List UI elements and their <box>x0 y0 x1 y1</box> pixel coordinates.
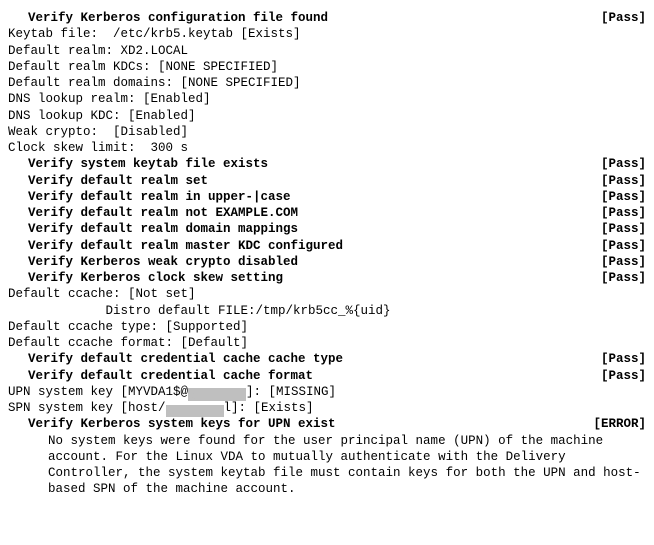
check-label: Verify default realm master KDC configur… <box>8 238 591 254</box>
info-clock-skew: Clock skew limit: 300 s <box>8 140 646 156</box>
check-label: Verify Kerberos system keys for UPN exis… <box>8 416 583 432</box>
check-label: Verify default realm in upper-|case <box>8 189 591 205</box>
check-weak-crypto: Verify Kerberos weak crypto disabled [Pa… <box>8 254 646 270</box>
info-default-ccache-type: Default ccache type: [Supported] <box>8 319 646 335</box>
redacted-text: x <box>166 405 224 418</box>
check-keytab-exists: Verify system keytab file exists [Pass] <box>8 156 646 172</box>
check-status: [ERROR] <box>593 416 646 432</box>
check-status: [Pass] <box>601 156 646 172</box>
check-label: Verify Kerberos weak crypto disabled <box>8 254 591 270</box>
check-label: Verify default credential cache format <box>8 368 591 384</box>
check-status: [Pass] <box>601 189 646 205</box>
check-label: Verify Kerberos clock skew setting <box>8 270 591 286</box>
check-label: Verify system keytab file exists <box>8 156 591 172</box>
redacted-text: x <box>188 388 246 401</box>
info-distro-default: Distro default FILE:/tmp/krb5cc_%{uid} <box>8 303 646 319</box>
check-realm-not-example: Verify default realm not EXAMPLE.COM [Pa… <box>8 205 646 221</box>
info-default-ccache-format: Default ccache format: [Default] <box>8 335 646 351</box>
info-dns-lookup-realm: DNS lookup realm: [Enabled] <box>8 91 646 107</box>
check-krb-conf: Verify Kerberos configuration file found… <box>8 10 646 26</box>
check-realm-set: Verify default realm set [Pass] <box>8 173 646 189</box>
info-keytab-file: Keytab file: /etc/krb5.keytab [Exists] <box>8 26 646 42</box>
check-status: [Pass] <box>601 238 646 254</box>
check-realm-master-kdc: Verify default realm master KDC configur… <box>8 238 646 254</box>
check-status: [Pass] <box>601 10 646 26</box>
check-clock-skew: Verify Kerberos clock skew setting [Pass… <box>8 270 646 286</box>
check-cc-cache-format: Verify default credential cache format [… <box>8 368 646 384</box>
error-message: No system keys were found for the user p… <box>8 433 646 498</box>
info-default-realm-kdcs: Default realm KDCs: [NONE SPECIFIED] <box>8 59 646 75</box>
check-label: Verify default realm not EXAMPLE.COM <box>8 205 591 221</box>
check-status: [Pass] <box>601 221 646 237</box>
check-status: [Pass] <box>601 368 646 384</box>
info-default-realm-domains: Default realm domains: [NONE SPECIFIED] <box>8 75 646 91</box>
check-cc-cache-type: Verify default credential cache cache ty… <box>8 351 646 367</box>
info-default-realm: Default realm: XD2.LOCAL <box>8 43 646 59</box>
info-spn-key: SPN system key [host/xl]: [Exists] <box>8 400 646 416</box>
check-label: Verify default realm set <box>8 173 591 189</box>
check-status: [Pass] <box>601 254 646 270</box>
info-weak-crypto: Weak crypto: [Disabled] <box>8 124 646 140</box>
check-realm-upper: Verify default realm in upper-|case [Pas… <box>8 189 646 205</box>
check-status: [Pass] <box>601 173 646 189</box>
check-realm-domain-map: Verify default realm domain mappings [Pa… <box>8 221 646 237</box>
check-label: Verify Kerberos configuration file found <box>8 10 591 26</box>
info-upn-key: UPN system key [MYVDA1$@x]: [MISSING] <box>8 384 646 400</box>
info-dns-lookup-kdc: DNS lookup KDC: [Enabled] <box>8 108 646 124</box>
info-default-ccache: Default ccache: [Not set] <box>8 286 646 302</box>
check-label: Verify default realm domain mappings <box>8 221 591 237</box>
check-status: [Pass] <box>601 270 646 286</box>
check-upn-keys: Verify Kerberos system keys for UPN exis… <box>8 416 646 432</box>
check-status: [Pass] <box>601 351 646 367</box>
check-status: [Pass] <box>601 205 646 221</box>
check-label: Verify default credential cache cache ty… <box>8 351 591 367</box>
